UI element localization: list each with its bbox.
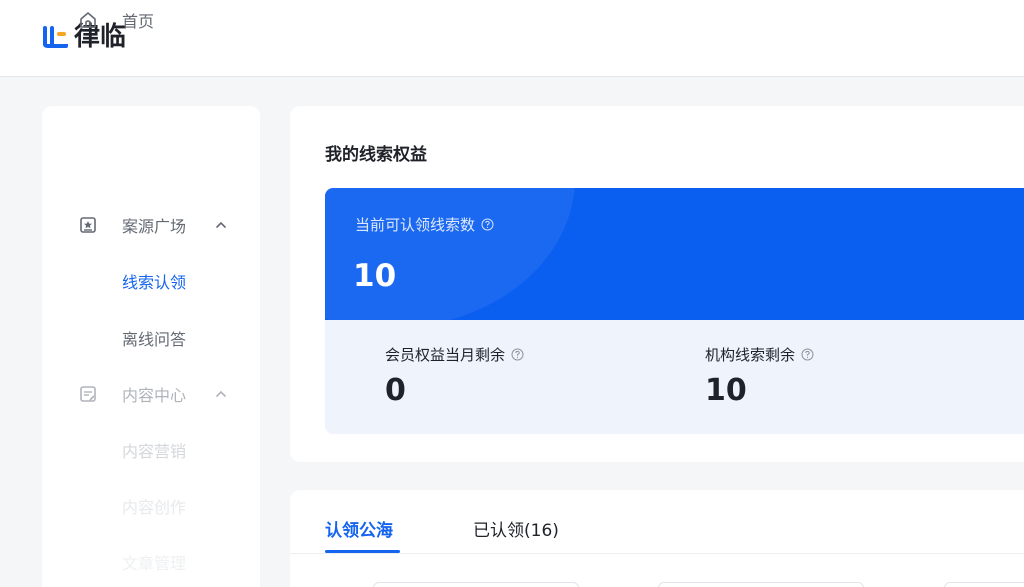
- card-title: 我的线索权益: [325, 145, 427, 165]
- sidebar-item-label: 线索认领: [122, 273, 187, 292]
- sidebar-item-label: 首页: [122, 12, 155, 31]
- member-label-row: 会员权益当月剩余: [385, 344, 524, 365]
- filter-field[interactable]: [658, 582, 864, 587]
- sidebar-item-clue-claim[interactable]: 线索认领: [42, 266, 260, 296]
- org-value: 10: [705, 373, 747, 408]
- member-label: 会员权益当月剩余: [385, 346, 506, 364]
- chevron-up-icon[interactable]: [214, 387, 228, 401]
- edit-doc-icon: [80, 386, 96, 402]
- sidebar-item-content-creation[interactable]: 内容创作: [42, 491, 260, 521]
- decor-glow: [325, 188, 575, 320]
- org-label-row: 机构线索剩余: [705, 344, 814, 365]
- help-icon[interactable]: [481, 218, 494, 231]
- claimable-panel: 当前可认领线索数 10: [325, 188, 1024, 320]
- claimable-value: 10: [353, 258, 397, 294]
- sidebar-item-content-center[interactable]: 内容中心: [42, 379, 260, 409]
- member-value: 0: [385, 373, 406, 408]
- tab-bar: 认领公海 已认领(16): [290, 490, 1024, 554]
- sidebar-item-home[interactable]: 首页: [42, 5, 260, 35]
- chevron-up-icon[interactable]: [214, 218, 228, 232]
- active-tab-indicator: [325, 550, 400, 553]
- tab-public-pool[interactable]: 认领公海: [325, 516, 393, 541]
- sidebar-item-case-square[interactable]: 案源广场: [42, 210, 260, 240]
- sidebar-item-label: 内容营销: [122, 442, 187, 461]
- clue-benefits-card: 我的线索权益 当前可认领线索数 10 会员权益当月剩余 0 机构线索剩余 10: [290, 106, 1024, 462]
- sidebar-item-label: 文章管理: [122, 554, 187, 573]
- sidebar-item-label: 内容创作: [122, 498, 187, 517]
- star-doc-icon: [80, 217, 96, 233]
- tab-claimed[interactable]: 已认领(16): [473, 516, 559, 541]
- sidebar-item-label: 离线问答: [122, 330, 187, 349]
- help-icon[interactable]: [511, 348, 524, 361]
- help-icon[interactable]: [801, 348, 814, 361]
- remaining-panel: 会员权益当月剩余 0 机构线索剩余 10: [325, 320, 1024, 434]
- home-icon: [80, 12, 96, 28]
- sidebar-item-offline-qa[interactable]: 离线问答: [42, 323, 260, 353]
- org-label: 机构线索剩余: [705, 346, 796, 364]
- sidebar-item-label: 案源广场: [122, 217, 187, 236]
- member-stat: 会员权益当月剩余 0: [385, 344, 524, 408]
- org-stat: 机构线索剩余 10: [705, 344, 814, 408]
- claimable-label-row: 当前可认领线索数: [355, 214, 494, 235]
- clue-list-card: 认领公海 已认领(16): [290, 490, 1024, 587]
- filter-field[interactable]: [373, 582, 579, 587]
- claimable-label: 当前可认领线索数: [355, 216, 476, 234]
- sidebar-item-label: 内容中心: [122, 386, 187, 405]
- sidebar-item-article-management[interactable]: 文章管理: [42, 547, 260, 577]
- filter-field[interactable]: [944, 582, 1024, 587]
- sidebar-item-content-marketing[interactable]: 内容营销: [42, 435, 260, 465]
- sidebar: 首页 案源广场 线索认领 离线问答 内容中心 内容营销 内容创作 文章管理: [42, 12, 260, 587]
